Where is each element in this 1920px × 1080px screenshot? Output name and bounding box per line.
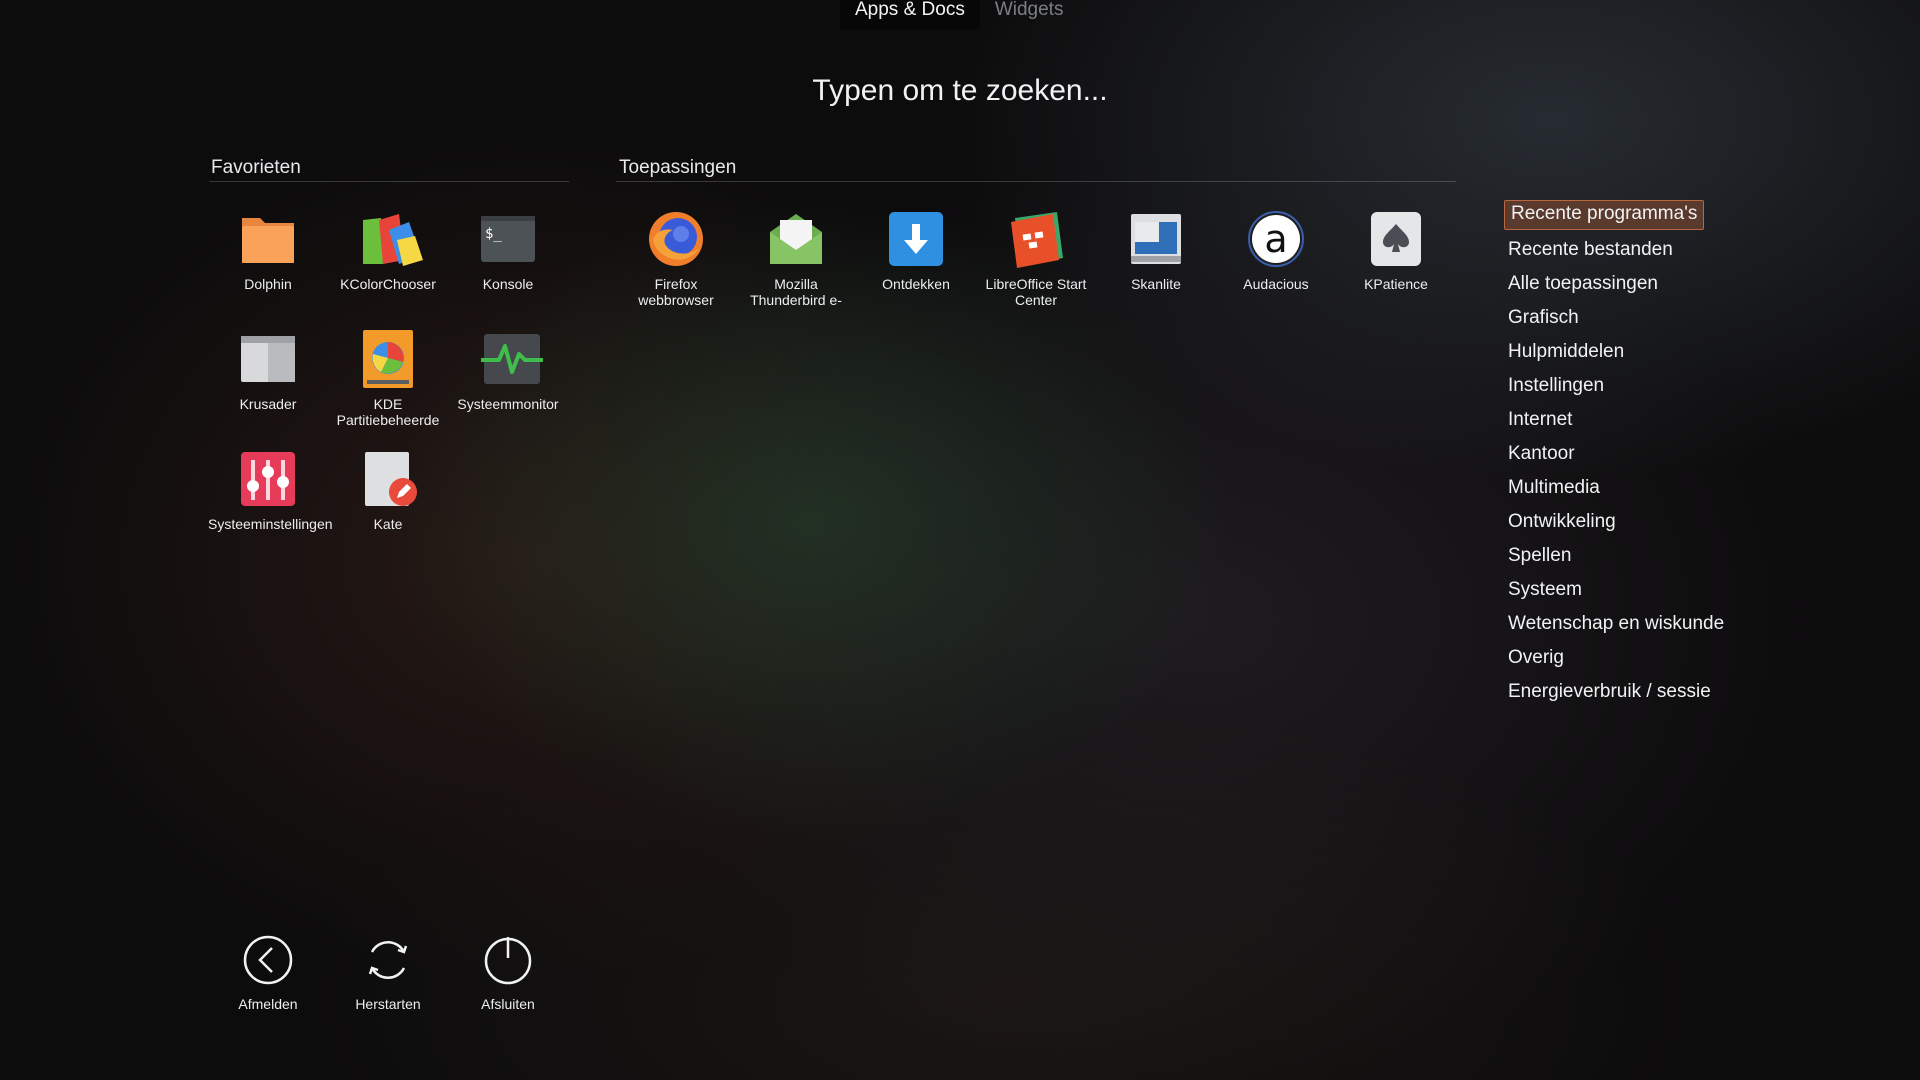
app-label: KDE Partitiebeheerde (336, 396, 440, 428)
app-label: Firefox webbrowser (638, 276, 714, 308)
app-label: Mozilla Thunderbird e- (750, 276, 842, 308)
category-recent-programs[interactable]: Recente programma's (1504, 200, 1705, 230)
app-thunderbird[interactable]: Mozilla Thunderbird e- (736, 210, 856, 308)
app-kde-partition-manager[interactable]: KDE Partitiebeheerde (328, 330, 448, 428)
text-editor-icon (359, 450, 417, 508)
download-icon (887, 210, 945, 268)
category-system[interactable]: Systeem (1504, 576, 1728, 610)
app-firefox[interactable]: Firefox webbrowser (616, 210, 736, 308)
svg-text:$_: $_ (485, 226, 502, 242)
app-discover[interactable]: Ontdekken (856, 210, 976, 292)
search-prompt[interactable]: Typen om te zoeken... (0, 74, 1920, 108)
logout-label: Afmelden (238, 996, 298, 1012)
color-chooser-icon (359, 210, 423, 268)
spade-card-icon (1367, 210, 1425, 268)
app-label: Systeemmonitor (457, 396, 559, 412)
mail-icon (767, 210, 825, 268)
firefox-icon (647, 210, 705, 268)
restart-button[interactable]: Herstarten (328, 934, 448, 1012)
favorites-divider (209, 181, 569, 182)
app-label: KColorChooser (340, 276, 436, 292)
category-multimedia[interactable]: Multimedia (1504, 474, 1728, 508)
category-internet[interactable]: Internet (1504, 406, 1728, 440)
app-label: Systeeminstellingen (208, 516, 333, 532)
tab-apps-docs[interactable]: Apps & Docs (840, 0, 980, 30)
app-libreoffice[interactable]: LibreOffice Start Center (976, 210, 1096, 308)
app-label: Audacious (1243, 276, 1309, 292)
favorites-title: Favorieten (211, 157, 301, 178)
category-utilities[interactable]: Hulpmiddelen (1504, 338, 1728, 372)
terminal-icon: $_ (479, 210, 537, 268)
app-system-settings[interactable]: Systeeminstellingen (208, 450, 333, 532)
applications-divider (616, 181, 1456, 182)
category-all-applications[interactable]: Alle toepassingen (1504, 270, 1728, 304)
restart-icon (362, 934, 414, 986)
shutdown-button[interactable]: Afsluiten (448, 934, 568, 1012)
folder-icon (239, 210, 297, 268)
app-label: Dolphin (244, 276, 292, 292)
app-label: Ontdekken (882, 276, 950, 292)
tab-widgets[interactable]: Widgets (980, 0, 1079, 30)
app-kate[interactable]: Kate (328, 450, 448, 532)
app-krusader[interactable]: Krusader (208, 330, 328, 412)
audacious-icon: a (1247, 210, 1305, 268)
category-other[interactable]: Overig (1504, 644, 1728, 678)
settings-sliders-icon (239, 450, 297, 508)
libreoffice-icon (1007, 210, 1065, 268)
app-kpatience[interactable]: KPatience (1336, 210, 1456, 292)
partition-manager-icon (359, 330, 417, 388)
applications-title: Toepassingen (619, 157, 737, 178)
category-list: Recente programma's Recente bestanden Al… (1504, 200, 1728, 712)
category-power-session[interactable]: Energieverbruik / sessie (1504, 678, 1728, 712)
logout-button[interactable]: Afmelden (208, 934, 328, 1012)
app-audacious[interactable]: a Audacious (1216, 210, 1336, 292)
shutdown-label: Afsluiten (481, 996, 535, 1012)
category-games[interactable]: Spellen (1504, 542, 1728, 576)
app-konsole[interactable]: $_ Konsole (448, 210, 568, 292)
app-label: Skanlite (1131, 276, 1181, 292)
app-system-monitor[interactable]: Systeemmonitor (448, 330, 568, 412)
app-kcolorchooser[interactable]: KColorChooser (328, 210, 448, 292)
app-label: LibreOffice Start Center (985, 276, 1087, 308)
category-science-math[interactable]: Wetenschap en wiskunde (1504, 610, 1728, 644)
app-dolphin[interactable]: Dolphin (208, 210, 328, 292)
back-arrow-icon (242, 934, 294, 986)
category-settings[interactable]: Instellingen (1504, 372, 1728, 406)
app-label: Krusader (239, 396, 297, 412)
category-recent-files[interactable]: Recente bestanden (1504, 236, 1728, 270)
app-skanlite[interactable]: Skanlite (1096, 210, 1216, 292)
power-icon (482, 934, 534, 986)
scanner-icon (1127, 210, 1185, 268)
launcher-tabs: Apps & Docs Widgets (840, 0, 1078, 30)
category-development[interactable]: Ontwikkeling (1504, 508, 1728, 542)
svg-text:a: a (1264, 217, 1287, 261)
app-label: Kate (373, 516, 403, 532)
category-office[interactable]: Kantoor (1504, 440, 1728, 474)
file-manager-icon (239, 330, 297, 388)
category-graphics[interactable]: Grafisch (1504, 304, 1728, 338)
system-monitor-icon (479, 330, 543, 388)
app-label: Konsole (482, 276, 534, 292)
restart-label: Herstarten (355, 996, 421, 1012)
app-label: KPatience (1364, 276, 1428, 292)
